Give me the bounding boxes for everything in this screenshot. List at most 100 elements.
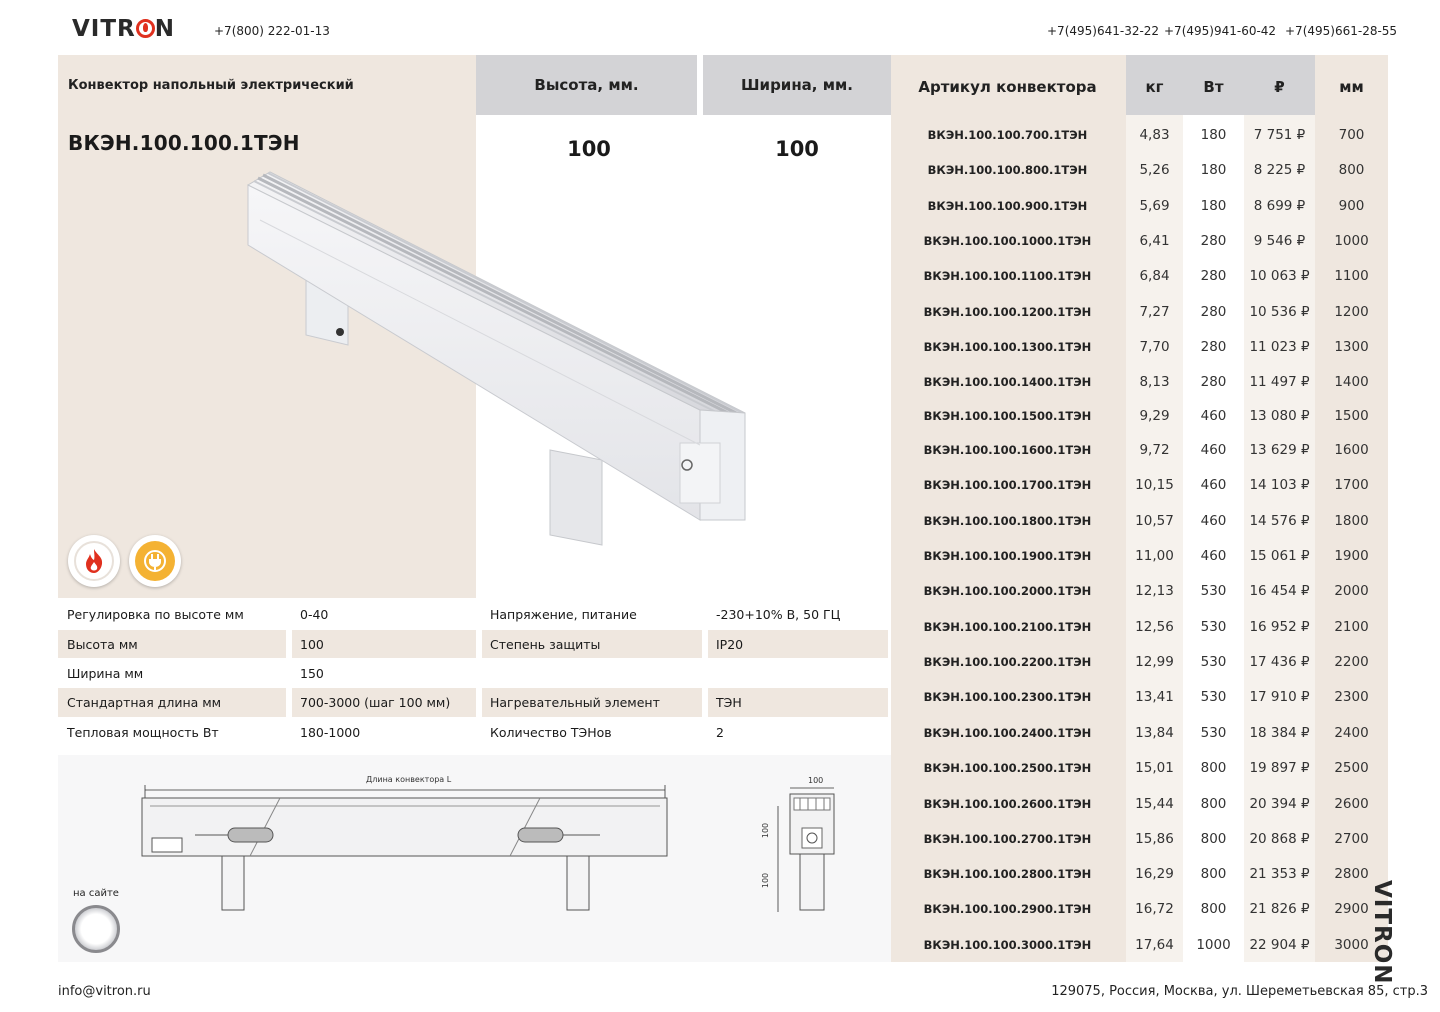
power-cell: 800 — [1200, 831, 1227, 847]
sku-cell: ВКЭН.100.100.1400.1ТЭН — [923, 375, 1092, 389]
height-header: Высота, мм. — [476, 55, 697, 115]
sku-cell: ВКЭН.100.100.1700.1ТЭН — [923, 478, 1092, 492]
sku-cell: ВКЭН.100.100.1000.1ТЭН — [923, 234, 1092, 248]
kg-cell: 11,00 — [1135, 548, 1174, 564]
length-cell: 800 — [1338, 162, 1365, 178]
spec-label: Количество ТЭНов — [490, 725, 612, 740]
kg-cell: 6,84 — [1139, 268, 1170, 284]
kg-cell: 6,41 — [1139, 233, 1170, 249]
kg-cell: 16,29 — [1135, 866, 1174, 882]
length-cell: 1200 — [1334, 304, 1369, 320]
length-cell: 1500 — [1334, 408, 1369, 424]
spec-value: ТЭН — [716, 695, 742, 710]
kg-cell: 13,41 — [1135, 689, 1174, 705]
price-cell: 17 436 ₽ — [1249, 654, 1310, 670]
kg-cell: 15,44 — [1135, 796, 1174, 812]
footer-email[interactable]: info@vitron.ru — [58, 984, 151, 999]
spec-label: Нагревательный элемент — [490, 695, 660, 710]
price-cell: 21 826 ₽ — [1249, 901, 1310, 917]
power-cell: 530 — [1200, 689, 1227, 705]
price-cell: 20 394 ₽ — [1249, 796, 1310, 812]
kg-cell: 8,13 — [1139, 374, 1170, 390]
length-cell: 700 — [1338, 127, 1365, 143]
length-cell: 1000 — [1334, 233, 1369, 249]
price-cell: 9 546 ₽ — [1253, 233, 1306, 249]
sku-cell: ВКЭН.100.100.2200.1ТЭН — [923, 655, 1092, 669]
length-cell: 2300 — [1334, 689, 1369, 705]
spec-value: IP20 — [716, 637, 744, 652]
site-link-icon[interactable] — [72, 905, 120, 953]
sku-cell: ВКЭН.100.100.2300.1ТЭН — [923, 690, 1092, 704]
spec-label: Ширина мм — [67, 666, 144, 681]
length-cell: 900 — [1338, 198, 1365, 214]
kg-cell: 15,01 — [1135, 760, 1174, 776]
power-cell: 460 — [1200, 408, 1227, 424]
length-cell: 2600 — [1334, 796, 1369, 812]
sku-cell: ВКЭН.100.100.2700.1ТЭН — [923, 832, 1092, 846]
kg-header: кг — [1145, 78, 1164, 96]
header-phone-1[interactable]: +7(495)641-32-22 — [1047, 24, 1159, 38]
kg-cell: 7,27 — [1139, 304, 1170, 320]
power-cell: 460 — [1200, 477, 1227, 493]
length-cell: 1800 — [1334, 513, 1369, 529]
header-phone-2[interactable]: +7(495)941-60-42 — [1164, 24, 1276, 38]
spec-label: Степень защиты — [490, 637, 601, 652]
vitron-logo[interactable]: VITR N — [72, 16, 175, 42]
spec-value: 700-3000 (шаг 100 мм) — [300, 695, 451, 710]
header-phone-main[interactable]: +7(800) 222-01-13 — [214, 24, 330, 38]
dim-h2: 100 — [761, 872, 771, 889]
spec-label: Высота мм — [67, 637, 138, 652]
w-header: Вт — [1203, 78, 1224, 96]
rub-header: ₽ — [1274, 78, 1285, 96]
length-cell: 1900 — [1334, 548, 1369, 564]
spec-label: Регулировка по высоте мм — [67, 607, 244, 622]
sku-cell: ВКЭН.100.100.800.1ТЭН — [927, 163, 1088, 177]
length-cell: 2700 — [1334, 831, 1369, 847]
spec-label: Тепловая мощность Вт — [67, 725, 219, 740]
price-cell: 8 699 ₽ — [1253, 198, 1306, 214]
spec-label: Стандартная длина мм — [67, 695, 222, 710]
kg-cell: 5,26 — [1139, 162, 1170, 178]
length-cell: 2400 — [1334, 725, 1369, 741]
price-cell: 7 751 ₽ — [1253, 127, 1306, 143]
power-cell: 280 — [1200, 374, 1227, 390]
sku-cell: ВКЭН.100.100.1800.1ТЭН — [923, 514, 1092, 528]
footer-address: 129075, Россия, Москва, ул. Шереметьевск… — [1051, 984, 1428, 999]
flame-icon — [74, 541, 114, 581]
kg-cell: 12,99 — [1135, 654, 1174, 670]
front-drawing — [141, 785, 668, 911]
sku-cell: ВКЭН.100.100.2100.1ТЭН — [923, 620, 1092, 634]
header-phone-3[interactable]: +7(495)661-28-55 — [1285, 24, 1397, 38]
power-cell: 530 — [1200, 619, 1227, 635]
price-cell: 11 497 ₽ — [1249, 374, 1310, 390]
power-cell: 280 — [1200, 339, 1227, 355]
price-cell: 20 868 ₽ — [1249, 831, 1310, 847]
power-cell: 530 — [1200, 725, 1227, 741]
sku-cell: ВКЭН.100.100.1500.1ТЭН — [923, 409, 1092, 423]
side-drawing — [777, 787, 835, 912]
sku-cell: ВКЭН.100.100.2000.1ТЭН — [923, 584, 1092, 598]
kg-cell: 15,86 — [1135, 831, 1174, 847]
price-cell: 16 454 ₽ — [1249, 583, 1310, 599]
price-cell: 17 910 ₽ — [1249, 689, 1310, 705]
sku-cell: ВКЭН.100.100.1600.1ТЭН — [923, 443, 1092, 457]
price-cell: 13 080 ₽ — [1249, 408, 1310, 424]
kg-cell: 12,13 — [1135, 583, 1174, 599]
kg-cell: 5,69 — [1139, 198, 1170, 214]
length-cell: 1600 — [1334, 442, 1369, 458]
mm-header: мм — [1339, 78, 1364, 96]
power-cell: 280 — [1200, 268, 1227, 284]
kg-cell: 7,70 — [1139, 339, 1170, 355]
price-cell: 15 061 ₽ — [1249, 548, 1310, 564]
sku-cell: ВКЭН.100.100.1900.1ТЭН — [923, 549, 1092, 563]
power-cell: 180 — [1200, 127, 1227, 143]
plug-icon — [135, 541, 175, 581]
flame-badge — [68, 535, 120, 587]
kg-cell: 10,15 — [1135, 477, 1174, 493]
length-cell: 1400 — [1334, 374, 1369, 390]
power-cell: 460 — [1200, 513, 1227, 529]
price-cell: 10 063 ₽ — [1249, 268, 1310, 284]
power-cell: 180 — [1200, 198, 1227, 214]
sku-cell: ВКЭН.100.100.2600.1ТЭН — [923, 797, 1092, 811]
power-cell: 460 — [1200, 548, 1227, 564]
